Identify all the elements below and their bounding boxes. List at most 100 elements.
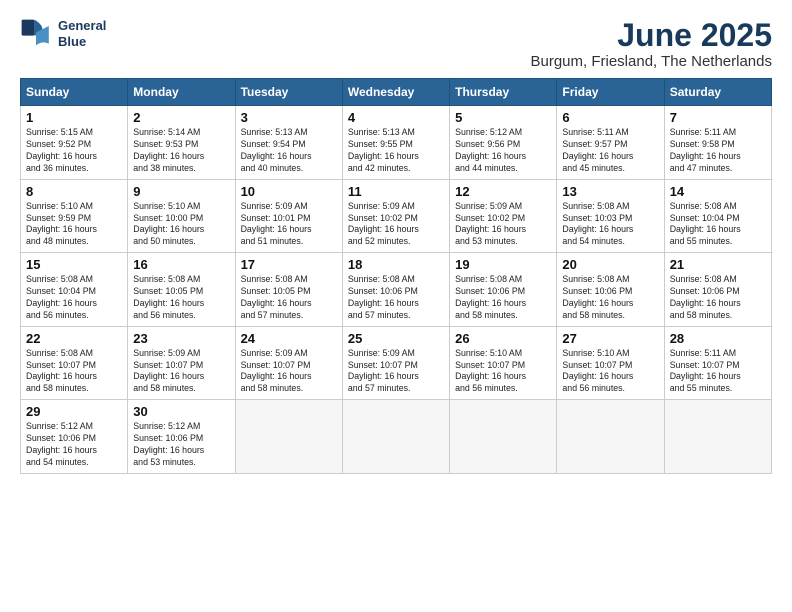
day-info: Sunrise: 5:10 AM Sunset: 10:07 PM Daylig…	[562, 348, 658, 396]
calendar-cell: 25 Sunrise: 5:09 AM Sunset: 10:07 PM Dayl…	[342, 326, 449, 400]
calendar-cell	[450, 400, 557, 474]
day-number: 2	[133, 110, 229, 125]
day-number: 6	[562, 110, 658, 125]
day-info: Sunrise: 5:14 AM Sunset: 9:53 PM Dayligh…	[133, 127, 229, 175]
logo: General Blue	[20, 18, 106, 50]
calendar-cell: 19 Sunrise: 5:08 AM Sunset: 10:06 PM Dayl…	[450, 253, 557, 327]
day-info: Sunrise: 5:08 AM Sunset: 10:04 PM Daylig…	[26, 274, 122, 322]
calendar-cell: 28 Sunrise: 5:11 AM Sunset: 10:07 PM Dayl…	[664, 326, 771, 400]
calendar-cell: 12 Sunrise: 5:09 AM Sunset: 10:02 PM Dayl…	[450, 179, 557, 253]
day-number: 28	[670, 331, 766, 346]
day-number: 26	[455, 331, 551, 346]
day-number: 10	[241, 184, 337, 199]
day-number: 29	[26, 404, 122, 419]
day-info: Sunrise: 5:13 AM Sunset: 9:55 PM Dayligh…	[348, 127, 444, 175]
calendar-week-4: 22 Sunrise: 5:08 AM Sunset: 10:07 PM Dayl…	[21, 326, 772, 400]
calendar-cell: 18Sunrise: 5:08 AM Sunset: 10:06 PM Dayl…	[342, 253, 449, 327]
calendar-cell: 30Sunrise: 5:12 AM Sunset: 10:06 PM Dayl…	[128, 400, 235, 474]
calendar-cell: 2 Sunrise: 5:14 AM Sunset: 9:53 PM Daylig…	[128, 106, 235, 180]
day-number: 27	[562, 331, 658, 346]
calendar-week-3: 15 Sunrise: 5:08 AM Sunset: 10:04 PM Dayl…	[21, 253, 772, 327]
day-number: 15	[26, 257, 122, 272]
calendar-cell: 10 Sunrise: 5:09 AM Sunset: 10:01 PM Dayl…	[235, 179, 342, 253]
calendar-cell: 11 Sunrise: 5:09 AM Sunset: 10:02 PM Dayl…	[342, 179, 449, 253]
calendar-week-1: 1 Sunrise: 5:15 AM Sunset: 9:52 PM Daylig…	[21, 106, 772, 180]
day-info: Sunrise: 5:09 AM Sunset: 10:07 PM Daylig…	[241, 348, 337, 396]
col-saturday: Saturday	[664, 79, 771, 106]
logo-icon	[20, 18, 52, 50]
day-info: Sunrise: 5:10 AM Sunset: 10:00 PM Daylig…	[133, 201, 229, 249]
day-info: Sunrise: 5:11 AM Sunset: 10:07 PM Daylig…	[670, 348, 766, 396]
day-info: Sunrise: 5:08 AM Sunset: 10:06 PM Daylig…	[562, 274, 658, 322]
day-info: Sunrise: 5:12 AM Sunset: 9:56 PM Dayligh…	[455, 127, 551, 175]
day-info: Sunrise: 5:11 AM Sunset: 9:58 PM Dayligh…	[670, 127, 766, 175]
logo-line1: General	[58, 18, 106, 33]
calendar-cell: 5Sunrise: 5:12 AM Sunset: 9:56 PM Daylig…	[450, 106, 557, 180]
calendar-cell: 8 Sunrise: 5:10 AM Sunset: 9:59 PM Daylig…	[21, 179, 128, 253]
day-number: 13	[562, 184, 658, 199]
col-wednesday: Wednesday	[342, 79, 449, 106]
col-friday: Friday	[557, 79, 664, 106]
day-number: 3	[241, 110, 337, 125]
calendar-cell: 23 Sunrise: 5:09 AM Sunset: 10:07 PM Dayl…	[128, 326, 235, 400]
calendar-page: General Blue June 2025 Burgum, Friesland…	[0, 0, 792, 612]
calendar-cell: 13 Sunrise: 5:08 AM Sunset: 10:03 PM Dayl…	[557, 179, 664, 253]
calendar-cell: 26 Sunrise: 5:10 AM Sunset: 10:07 PM Dayl…	[450, 326, 557, 400]
day-info: Sunrise: 5:09 AM Sunset: 10:01 PM Daylig…	[241, 201, 337, 249]
day-number: 21	[670, 257, 766, 272]
calendar-cell: 27 Sunrise: 5:10 AM Sunset: 10:07 PM Dayl…	[557, 326, 664, 400]
day-info: Sunrise: 5:08 AM Sunset: 10:06 PM Daylig…	[455, 274, 551, 322]
calendar-cell	[342, 400, 449, 474]
day-info: Sunrise: 5:09 AM Sunset: 10:07 PM Daylig…	[133, 348, 229, 396]
calendar-cell: 29Sunrise: 5:12 AM Sunset: 10:06 PM Dayl…	[21, 400, 128, 474]
day-number: 8	[26, 184, 122, 199]
calendar-week-5: 29 Sunrise: 5:12 AM Sunset: 10:06 PM Dayl…	[21, 400, 772, 474]
col-sunday: Sunday	[21, 79, 128, 106]
day-number: 20	[562, 257, 658, 272]
day-info: Sunrise: 5:08 AM Sunset: 10:03 PM Daylig…	[562, 201, 658, 249]
calendar-table: Sunday Monday Tuesday Wednesday Thursday…	[20, 78, 772, 474]
logo-line2: Blue	[58, 34, 86, 49]
col-monday: Monday	[128, 79, 235, 106]
day-number: 24	[241, 331, 337, 346]
calendar-cell: 14Sunrise: 5:08 AM Sunset: 10:04 PM Dayl…	[664, 179, 771, 253]
calendar-cell: 1 Sunrise: 5:15 AM Sunset: 9:52 PM Daylig…	[21, 106, 128, 180]
logo-text: General Blue	[58, 18, 106, 49]
day-info: Sunrise: 5:15 AM Sunset: 9:52 PM Dayligh…	[26, 127, 122, 175]
month-title: June 2025	[530, 18, 772, 53]
header-row: Sunday Monday Tuesday Wednesday Thursday…	[21, 79, 772, 106]
day-info: Sunrise: 5:10 AM Sunset: 9:59 PM Dayligh…	[26, 201, 122, 249]
day-number: 18	[348, 257, 444, 272]
day-info: Sunrise: 5:08 AM Sunset: 10:07 PM Daylig…	[26, 348, 122, 396]
day-info: Sunrise: 5:09 AM Sunset: 10:02 PM Daylig…	[455, 201, 551, 249]
calendar-cell: 17Sunrise: 5:08 AM Sunset: 10:05 PM Dayl…	[235, 253, 342, 327]
calendar-week-2: 8 Sunrise: 5:10 AM Sunset: 9:59 PM Daylig…	[21, 179, 772, 253]
day-number: 22	[26, 331, 122, 346]
calendar-cell: 15 Sunrise: 5:08 AM Sunset: 10:04 PM Dayl…	[21, 253, 128, 327]
day-info: Sunrise: 5:11 AM Sunset: 9:57 PM Dayligh…	[562, 127, 658, 175]
calendar-cell: 3 Sunrise: 5:13 AM Sunset: 9:54 PM Daylig…	[235, 106, 342, 180]
day-number: 11	[348, 184, 444, 199]
day-info: Sunrise: 5:12 AM Sunset: 10:06 PM Daylig…	[133, 421, 229, 469]
header: General Blue June 2025 Burgum, Friesland…	[20, 18, 772, 70]
calendar-cell: 21 Sunrise: 5:08 AM Sunset: 10:06 PM Dayl…	[664, 253, 771, 327]
day-info: Sunrise: 5:08 AM Sunset: 10:06 PM Daylig…	[670, 274, 766, 322]
day-number: 16	[133, 257, 229, 272]
calendar-cell: 16Sunrise: 5:08 AM Sunset: 10:05 PM Dayl…	[128, 253, 235, 327]
day-number: 23	[133, 331, 229, 346]
day-number: 7	[670, 110, 766, 125]
day-info: Sunrise: 5:09 AM Sunset: 10:07 PM Daylig…	[348, 348, 444, 396]
calendar-cell	[664, 400, 771, 474]
calendar-cell: 4Sunrise: 5:13 AM Sunset: 9:55 PM Daylig…	[342, 106, 449, 180]
day-info: Sunrise: 5:13 AM Sunset: 9:54 PM Dayligh…	[241, 127, 337, 175]
col-thursday: Thursday	[450, 79, 557, 106]
day-number: 1	[26, 110, 122, 125]
day-number: 19	[455, 257, 551, 272]
day-number: 12	[455, 184, 551, 199]
day-info: Sunrise: 5:08 AM Sunset: 10:04 PM Daylig…	[670, 201, 766, 249]
day-info: Sunrise: 5:09 AM Sunset: 10:02 PM Daylig…	[348, 201, 444, 249]
col-tuesday: Tuesday	[235, 79, 342, 106]
calendar-cell: 9Sunrise: 5:10 AM Sunset: 10:00 PM Dayli…	[128, 179, 235, 253]
day-number: 25	[348, 331, 444, 346]
day-info: Sunrise: 5:10 AM Sunset: 10:07 PM Daylig…	[455, 348, 551, 396]
